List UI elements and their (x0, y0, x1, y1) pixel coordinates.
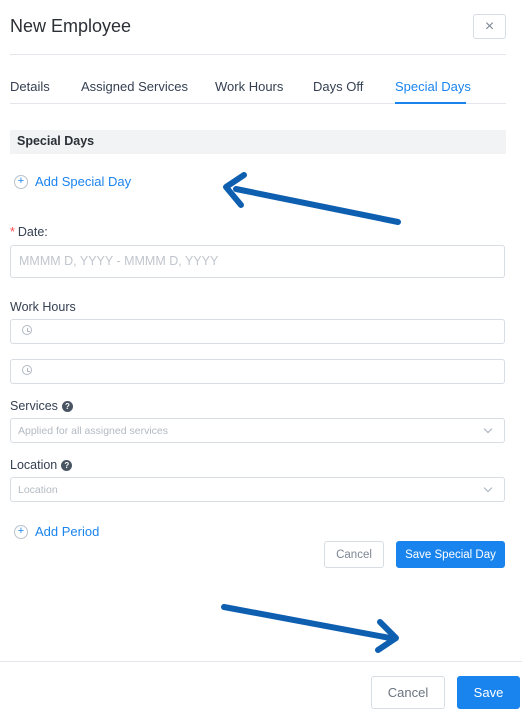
annotation-arrows (221, 172, 401, 653)
cancel-button[interactable]: Cancel (371, 676, 445, 709)
arrow-to-footer (221, 604, 399, 653)
arrow-to-add-special-day (223, 172, 401, 225)
footer-divider (0, 661, 522, 662)
save-button[interactable]: Save (457, 676, 520, 709)
